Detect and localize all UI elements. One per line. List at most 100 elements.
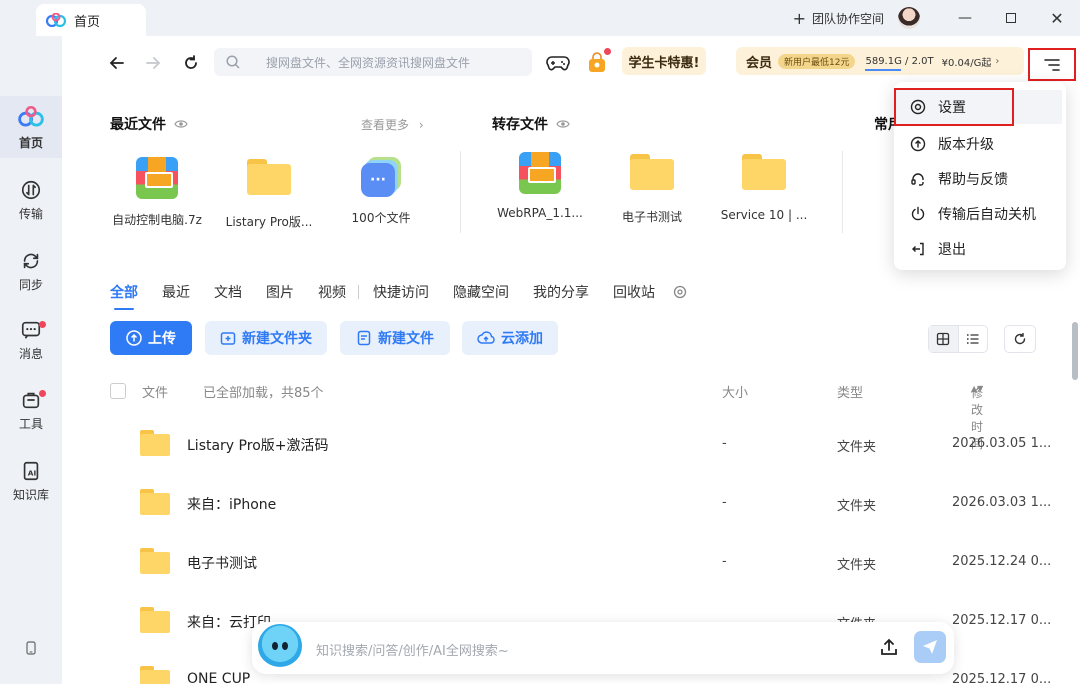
saved-file-card[interactable]: 电子书测试 xyxy=(597,154,707,225)
eye-icon[interactable] xyxy=(556,119,570,129)
maximize-button[interactable] xyxy=(988,0,1034,36)
saved-file-name: Service 10 | ... xyxy=(720,208,808,222)
knowledge-base-icon: AI xyxy=(23,461,39,480)
recent-file-card[interactable]: 自动控制电脑.7z xyxy=(102,157,212,228)
folder-icon xyxy=(247,159,291,195)
table-row[interactable]: 来自：iPhone - 文件夹 2026.03.03 1... xyxy=(110,475,1051,533)
header-name[interactable]: 文件 xyxy=(142,382,168,401)
storage-price: ¥0.04/G起 xyxy=(941,57,992,69)
mobile-phone-icon xyxy=(26,641,36,655)
ai-search-placeholder: 知识搜索/问答/创作/AI全网搜索~ xyxy=(316,644,509,659)
menu-item-auto-shutdown[interactable]: 传输后自动关机 xyxy=(894,197,1066,231)
main-menu-button[interactable] xyxy=(1028,48,1076,81)
tab-recent[interactable]: 最近 xyxy=(162,282,190,302)
new-folder-button[interactable]: 新建文件夹 xyxy=(205,321,327,355)
tab-home[interactable]: 首页 xyxy=(36,4,146,36)
tab-all[interactable]: 全部 xyxy=(110,282,138,310)
refresh-icon xyxy=(185,55,197,69)
gift-button[interactable] xyxy=(584,48,611,76)
tab-my-shares[interactable]: 我的分享 xyxy=(533,282,589,302)
folder-icon xyxy=(140,548,170,574)
student-card-button[interactable]: 学生卡特惠! xyxy=(622,47,706,75)
grid-icon xyxy=(937,332,950,346)
vertical-scrollbar[interactable] xyxy=(1072,322,1078,380)
file-date: 2026.03.03 1... xyxy=(952,495,1052,510)
tab-quick-access[interactable]: 快捷访问 xyxy=(373,282,429,302)
zip-archive-icon xyxy=(519,152,561,194)
new-file-label: 新建文件 xyxy=(378,331,434,347)
upload-icon xyxy=(126,330,142,346)
sidebar-item-home[interactable]: 首页 xyxy=(0,96,62,158)
menu-item-upgrade[interactable]: 版本升级 xyxy=(894,127,1066,161)
new-file-button[interactable]: 新建文件 xyxy=(340,321,450,355)
upload-icon xyxy=(881,638,897,655)
tab-documents[interactable]: 文档 xyxy=(214,282,242,302)
sidebar-item-messages[interactable]: 消息 xyxy=(0,309,62,371)
baidu-cloud-logo-icon xyxy=(45,12,67,28)
select-all-checkbox[interactable] xyxy=(110,383,126,399)
see-more-link[interactable]: 查看更多 › xyxy=(361,116,424,133)
ai-upload-button[interactable] xyxy=(876,634,902,660)
tab-recycle-bin[interactable]: 回收站 xyxy=(613,282,655,302)
tab-hidden-space[interactable]: 隐藏空间 xyxy=(453,282,509,302)
saved-file-card[interactable]: WebRPA_1.1... xyxy=(485,152,595,220)
maximize-icon xyxy=(1006,13,1016,23)
sidebar-item-mobile[interactable] xyxy=(0,628,62,668)
tab-videos[interactable]: 视频 xyxy=(318,282,346,302)
view-mode-toggle xyxy=(928,325,988,353)
sidebar-item-label: 工具 xyxy=(18,416,43,431)
close-button[interactable]: ✕ xyxy=(1034,0,1080,36)
file-date: 2025.12.17 0... xyxy=(952,613,1052,628)
folder-icon xyxy=(630,154,674,190)
recent-file-name: 自动控制电脑.7z xyxy=(112,213,202,227)
game-button[interactable] xyxy=(544,50,572,76)
sidebar-item-tools[interactable]: 工具 xyxy=(0,379,62,441)
tab-settings-icon[interactable] xyxy=(673,285,687,299)
folder-icon xyxy=(140,430,170,456)
ai-search-bar[interactable]: 知识搜索/问答/创作/AI全网搜索~ xyxy=(252,622,954,674)
upload-button[interactable]: 上传 xyxy=(110,321,192,355)
forward-button[interactable] xyxy=(140,50,166,76)
member-bar[interactable]: 会员 新用户最低12元 589.1G / 2.0T ¥0.04/G起 › xyxy=(736,47,1024,75)
logout-icon xyxy=(912,242,924,256)
header-type[interactable]: 类型 xyxy=(837,382,863,401)
team-space-button[interactable]: + 团队协作空间 xyxy=(793,9,884,28)
sidebar-item-knowledge[interactable]: AI 知识库 xyxy=(0,450,62,512)
back-button[interactable] xyxy=(104,50,130,76)
cloud-add-label: 云添加 xyxy=(501,331,543,347)
header-size[interactable]: 大小 xyxy=(722,382,748,401)
gift-bag-icon xyxy=(589,52,605,72)
recent-file-card[interactable]: ··· 100个文件 xyxy=(326,157,436,226)
menu-item-logout[interactable]: 退出 xyxy=(894,232,1066,266)
grid-view-button[interactable] xyxy=(929,326,959,352)
menu-item-help[interactable]: 帮助与反馈 xyxy=(894,162,1066,196)
main-menu-dropdown: 设置 版本升级 帮助与反馈 传输后自动关机 退出 xyxy=(894,82,1066,270)
cloud-add-button[interactable]: 云添加 xyxy=(462,321,558,355)
file-type: 文件夹 xyxy=(837,558,877,573)
recent-files-label: 最近文件 xyxy=(110,117,166,133)
minimize-button[interactable]: — xyxy=(942,0,988,36)
eye-icon[interactable] xyxy=(174,119,188,129)
saved-files-label: 转存文件 xyxy=(492,117,548,133)
table-row[interactable]: Listary Pro版+激活码 - 文件夹 2026.03.05 1... xyxy=(110,416,1051,474)
file-list-header: 文件 已全部加载，共85个 大小 类型 修改时间 ▲▼ xyxy=(110,380,1040,451)
menu-item-label: 传输后自动关机 xyxy=(938,207,1036,223)
sidebar-item-transfer[interactable]: 传输 xyxy=(0,169,62,231)
sort-icon: ▲▼ xyxy=(971,384,984,393)
refresh-button[interactable] xyxy=(178,50,204,76)
list-view-button[interactable] xyxy=(959,326,988,352)
tab-images[interactable]: 图片 xyxy=(266,282,294,302)
user-avatar[interactable] xyxy=(898,7,920,29)
table-row[interactable]: 电子书测试 - 文件夹 2025.12.24 0... xyxy=(110,534,1051,592)
ai-assistant-avatar[interactable] xyxy=(258,624,302,668)
list-refresh-button[interactable] xyxy=(1004,325,1036,353)
search-input[interactable]: 搜网盘文件、全网资源资讯搜网盘文件 xyxy=(214,48,532,76)
search-placeholder: 搜网盘文件、全网资源资讯搜网盘文件 xyxy=(266,55,471,70)
ai-send-button[interactable] xyxy=(914,631,946,663)
file-name: Listary Pro版+激活码 xyxy=(187,438,329,454)
file-name: 来自：iPhone xyxy=(187,497,277,513)
recent-file-card[interactable]: Listary Pro版... xyxy=(214,159,324,230)
saved-file-name: WebRPA_1.1... xyxy=(497,206,583,220)
saved-file-card[interactable]: Service 10 | ... xyxy=(709,154,819,222)
sidebar-item-sync[interactable]: 同步 xyxy=(0,240,62,302)
